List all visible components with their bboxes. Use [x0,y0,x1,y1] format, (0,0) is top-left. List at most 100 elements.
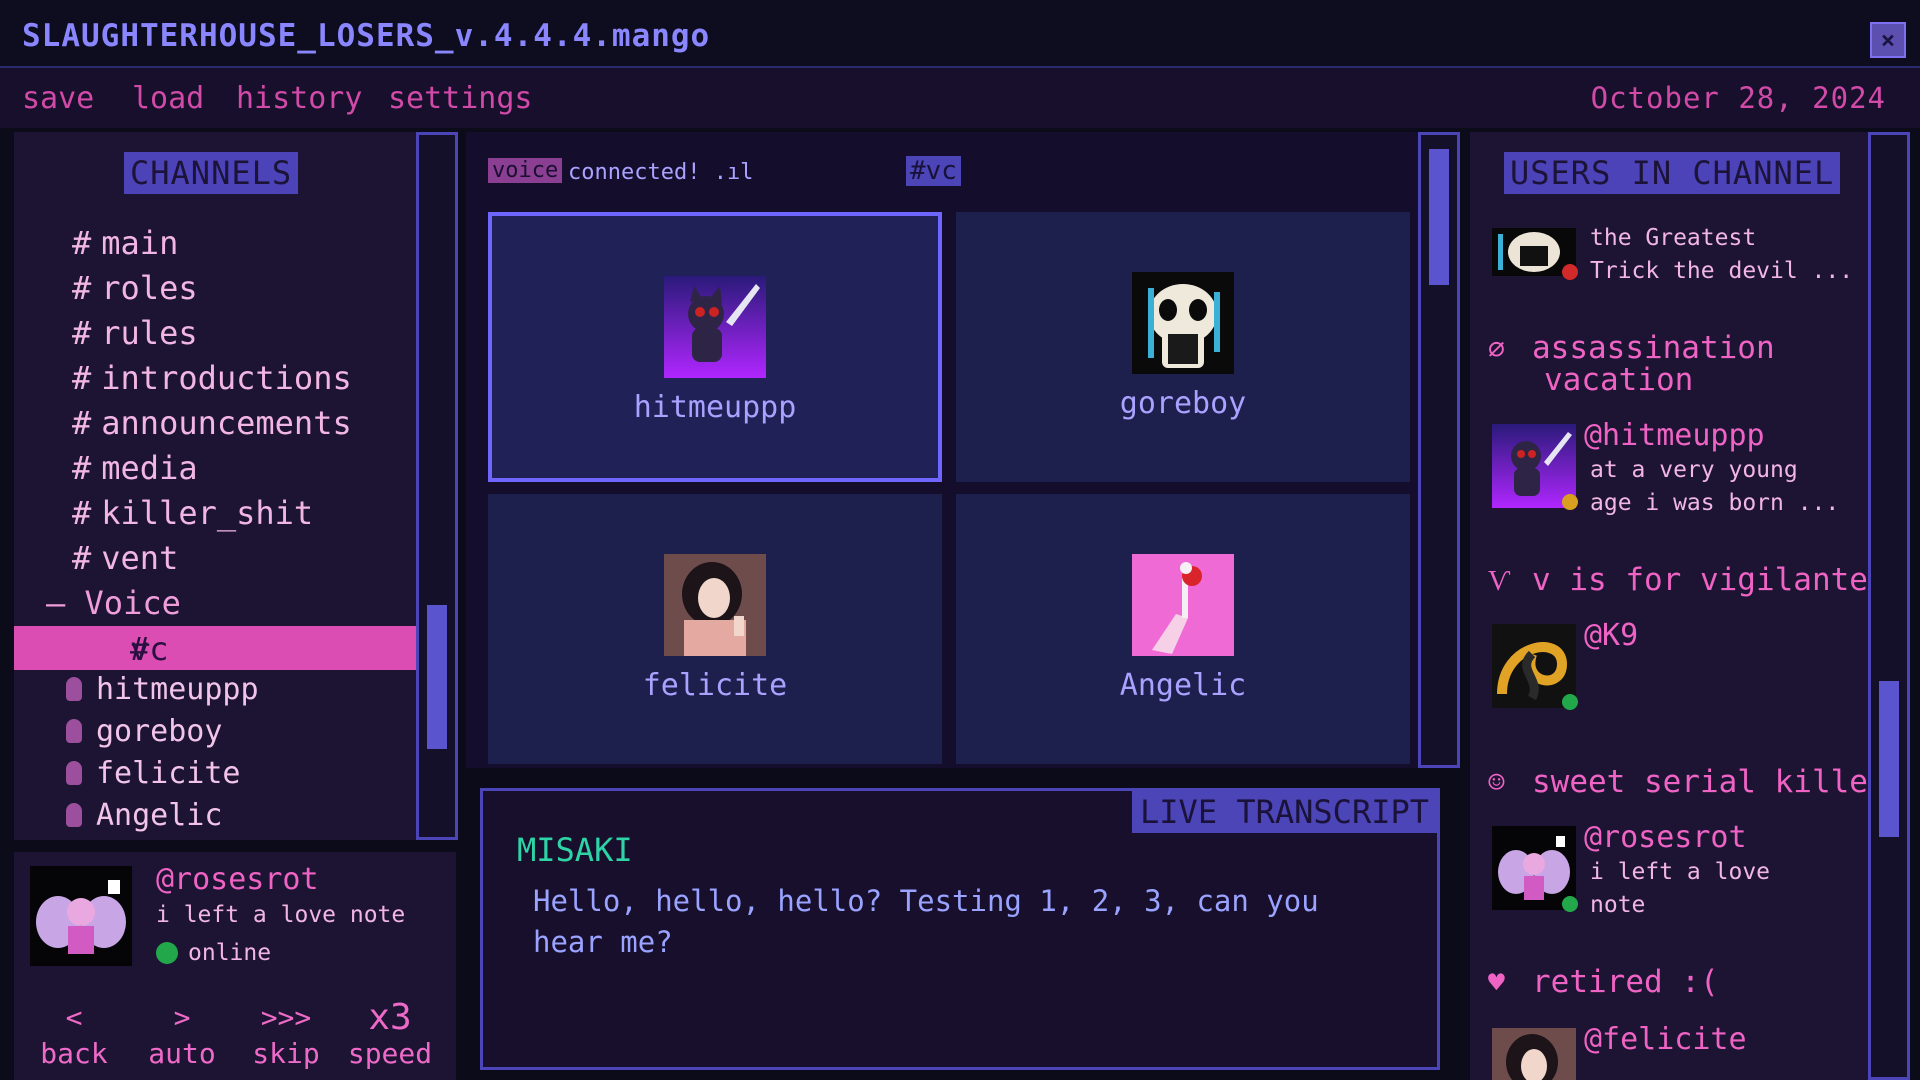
channel-main[interactable]: # main [72,224,178,262]
connection-status: connected! .ıl [568,160,754,185]
back-label: back [40,1037,108,1070]
channel-vc-active[interactable]: # vc [14,626,416,670]
user-status: i left a love [1590,859,1771,885]
hand-flower-icon [1132,554,1234,656]
menu-bar: save load history settings October 28, 2… [0,68,1920,128]
hash-icon: # [72,269,92,307]
users-panel: USERS IN CHANNEL the Greatest Trick the … [1470,132,1872,1080]
empty-set-icon: ∅ [1488,332,1505,365]
profile-name[interactable]: @rosesrot [156,862,319,897]
group-label-line2: vacation [1544,362,1694,398]
group-label: assassination [1532,330,1775,366]
channel-label: introductions [101,359,352,397]
smiley-icon: ☺ [1488,766,1505,799]
play-icon: > [173,1001,191,1034]
portrait-girl-icon [1492,1028,1576,1080]
call-scroll-thumb[interactable] [1429,149,1449,285]
user-name[interactable]: @felicite [1584,1022,1747,1057]
group-label: v is for vigilante [1532,562,1868,598]
speed-label: speed [347,1037,433,1070]
user-status: note [1590,892,1646,918]
skip-button[interactable]: >>> skip [244,1000,328,1072]
participant-tile-goreboy[interactable]: goreboy [956,212,1410,482]
channel-label: vc [130,630,169,668]
channel-label: announcements [101,404,352,442]
hash-icon: # [72,449,92,487]
user-status: the Greatest [1590,225,1757,251]
channel-introductions[interactable]: # introductions [72,359,352,397]
microphone-icon [66,719,82,743]
microphone-icon [66,761,82,785]
user-name[interactable]: @hitmeuppp [1584,418,1765,453]
channel-roles[interactable]: # roles [72,269,198,307]
avatar-felicite[interactable] [1492,1028,1576,1080]
menu-settings[interactable]: settings [388,81,533,116]
voice-category[interactable]: – Voice [46,584,181,622]
user-status: at a very young [1590,457,1798,483]
users-scroll-thumb[interactable] [1879,681,1899,837]
channel-media[interactable]: # media [72,449,198,487]
group-label: retired :( [1532,964,1719,1000]
user-name[interactable]: @rosesrot [1584,820,1747,855]
channel-label: media [101,449,198,487]
skip-label: skip [252,1037,320,1070]
voice-user-label: Angelic [96,798,223,833]
hash-icon: # [72,359,92,397]
date-display: October 28, 2024 [1590,81,1886,115]
hash-icon: # [72,224,92,262]
presence-label: online [188,940,272,966]
voice-user-label: goreboy [96,714,223,749]
voice-user-angelic[interactable]: Angelic [66,798,222,833]
close-icon[interactable]: × [1870,22,1906,58]
user-profile-panel: @rosesrot i left a love note online < bac… [14,852,456,1080]
hash-icon: # [72,539,92,577]
idle-dot-icon [1562,494,1578,510]
channel-vent[interactable]: # vent [72,539,178,577]
role-group-retired: ♥ retired :( [1488,966,1719,999]
participant-name: hitmeuppp [633,390,797,425]
voice-user-felicite[interactable]: felicite [66,756,241,791]
transcript-line: Hello, hello, hello? Testing 1, 2, 3, ca… [533,884,1319,959]
online-dot-icon [156,942,178,964]
channel-killer-shit[interactable]: # killer_shit [72,494,313,532]
speaker-name: MISAKI [517,831,633,869]
title-bar: SLAUGHTERHOUSE_LOSERS_v.4.4.4.mango × [0,0,1920,68]
voice-call-view: voice connected! .ıl #vc hitmeuppp goreb… [466,132,1420,768]
group-label: sweet serial killer [1532,764,1872,800]
role-group-assassination: ∅ assassination [1488,332,1775,365]
voice-user-hitmeuppp[interactable]: hitmeuppp [66,672,259,707]
channel-announcements[interactable]: # announcements [72,404,352,442]
voice-user-label: hitmeuppp [96,672,259,707]
channel-rules[interactable]: # rules [72,314,198,352]
menu-load[interactable]: load [132,81,204,116]
transcript-header: LIVE TRANSCRIPT [1132,791,1437,833]
role-group-vigilante: Ѵv is for vigilante [1488,564,1868,597]
channel-label: killer_shit [101,494,314,532]
voice-user-goreboy[interactable]: goreboy [66,714,222,749]
user-status: age i was born ... [1590,490,1840,516]
app-title: SLAUGHTERHOUSE_LOSERS_v.4.4.4.mango [22,18,711,54]
hash-icon: # [72,404,92,442]
channel-label: main [101,224,179,262]
user-name[interactable]: @K9 [1584,618,1638,653]
avatar-hitmeuppp [664,276,766,378]
speed-value: x3 [368,997,412,1038]
avatar-rosesrot[interactable] [30,866,132,966]
menu-save[interactable]: save [22,81,94,116]
speed-button[interactable]: x3 speed [338,1000,442,1072]
participant-tile-angelic[interactable]: Angelic [956,494,1410,764]
auto-button[interactable]: > auto [138,1000,226,1072]
channel-label: rules [101,314,198,352]
users-scrollbar[interactable] [1868,132,1910,1080]
angel-icon [30,866,132,966]
participant-tile-hitmeuppp[interactable]: hitmeuppp [488,212,942,482]
participant-tile-felicite[interactable]: felicite [488,494,942,764]
call-scrollbar[interactable] [1418,132,1460,768]
channels-scrollbar[interactable] [416,132,458,840]
role-group-serial-killer: ☺ sweet serial killer [1488,766,1872,799]
back-button[interactable]: < back [32,1000,116,1072]
channels-scroll-thumb[interactable] [427,605,447,749]
menu-history[interactable]: history [236,81,362,116]
portrait-girl-icon [664,554,766,656]
channels-header: CHANNELS [124,152,299,194]
